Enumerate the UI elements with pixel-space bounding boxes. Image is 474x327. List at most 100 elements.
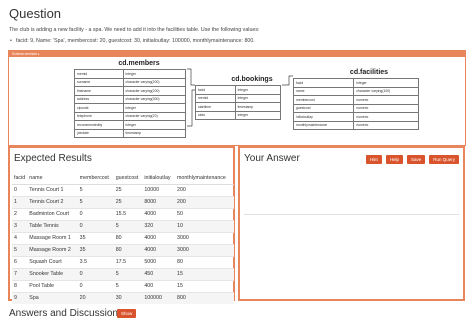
column-name: initialoutlay [292, 112, 355, 122]
table-cell: 10000 [142, 183, 175, 196]
table-cell: 25 [113, 183, 143, 196]
facilities-schema-row: guestcost numeric [292, 103, 419, 113]
column-name: surname [74, 77, 124, 87]
column-type: character varying(20) [122, 111, 187, 121]
schema-canvas: cd.members memid integer surname character … [9, 57, 465, 145]
run-query-button[interactable]: Run Query [429, 155, 459, 164]
column-name: facid [292, 78, 355, 88]
expected-results-table: facid name membercost guestcost initialoutla… [12, 172, 234, 304]
table-cell: Tennis Court 1 [27, 183, 78, 196]
table-cell: 0 [77, 207, 114, 220]
column-type: numeric [353, 95, 419, 105]
column-name: facid [195, 85, 236, 95]
members-schema-row: address character varying(300) [74, 94, 187, 104]
members-schema-row: zipcode integer [74, 103, 187, 113]
table-cell: 4000 [142, 231, 175, 244]
members-schema-row: joindate timestamp [74, 128, 187, 138]
facilities-schema-row: membercost numeric [292, 95, 419, 105]
table-cell: 200 [175, 195, 234, 208]
table-cell: 4000 [142, 207, 175, 220]
column-name: memid [74, 69, 124, 79]
question-title: Question [9, 6, 62, 21]
table-cell: 200 [175, 183, 234, 196]
column-name: name [292, 86, 355, 96]
table-cell: 20 [77, 291, 114, 304]
question-text: The club is adding a new facility - a sp… [9, 27, 260, 33]
facilities-schema-row: monthlymaintenance numeric [292, 120, 419, 130]
table-cell: 80 [113, 243, 143, 256]
column-type: timestamp [122, 128, 187, 138]
answers-discussion-title: Answers and Discussion [9, 308, 118, 319]
table-cell: 3 [12, 219, 28, 232]
bookings-table: facid integer memid integer starttime timesta… [195, 85, 282, 120]
table-cell: Snooker Table [27, 267, 78, 280]
help-button[interactable]: Help [385, 155, 403, 164]
table-row: 0 Tennis Court 1 5 25 10000 200 [12, 183, 234, 196]
table-cell: 800 [175, 291, 234, 304]
table-cell: 8000 [142, 195, 175, 208]
table-cell: 5 [113, 279, 143, 292]
column-type: integer [122, 120, 187, 130]
column-name: guestcost [292, 103, 355, 113]
table-cell: 25 [113, 195, 143, 208]
save-button[interactable]: Save [406, 155, 426, 164]
bookings-schema-row: slots integer [195, 110, 282, 120]
results-column-header: guestcost [113, 172, 143, 185]
results-column-header: monthlymaintenance [175, 172, 234, 185]
expected-results-panel: Expected Results facid name membercost gues… [8, 146, 235, 304]
table-row: 4 Massage Room 1 35 80 4000 3000 [12, 231, 234, 244]
members-schema-row: surname character varying(200) [74, 77, 187, 87]
column-name: telephone [74, 111, 124, 121]
question-values: facid: 9, Name: 'Spa', membercost: 20, g… [10, 38, 255, 44]
table-row: 5 Massage Room 2 35 80 4000 3000 [12, 243, 234, 256]
members-table: memid integer surname character varying(200… [74, 69, 187, 138]
table-cell: 80 [113, 231, 143, 244]
bookings-schema-row: memid integer [195, 93, 282, 103]
bookings-schema-row: starttime timestamp [195, 102, 282, 112]
members-schema-row: memid integer [74, 69, 187, 79]
table-cell: 5000 [142, 255, 175, 268]
table-cell: 17.5 [113, 255, 143, 268]
table-cell: 30 [113, 291, 143, 304]
column-type: character varying(200) [122, 86, 187, 96]
column-name: slots [195, 110, 236, 120]
column-type: numeric [353, 120, 419, 130]
column-type: numeric [353, 112, 419, 122]
facilities-schema-row: name character varying(100) [292, 86, 419, 96]
results-column-header: facid [12, 172, 28, 185]
table-cell: 320 [142, 219, 175, 232]
column-type: character varying(100) [353, 86, 419, 96]
show-button[interactable]: Show [117, 309, 137, 318]
table-cell: 50 [175, 207, 234, 220]
column-type: character varying(300) [122, 94, 187, 104]
table-cell: 3000 [175, 231, 234, 244]
table-cell: 35 [77, 243, 114, 256]
table-cell: Badminton Court [27, 207, 78, 220]
column-type: integer [234, 110, 282, 120]
results-column-header: membercost [77, 172, 114, 185]
table-row: 2 Badminton Court 0 15.5 4000 50 [12, 207, 234, 220]
table-row: 3 Table Tennis 0 5 320 10 [12, 219, 234, 232]
table-cell: 0 [77, 267, 114, 280]
table-cell: 100000 [142, 291, 175, 304]
table-cell: 0 [77, 219, 114, 232]
results-column-header: name [27, 172, 78, 185]
table-cell: 7 [12, 267, 28, 280]
table-row: 9 Spa 20 30 100000 800 [12, 291, 234, 304]
table-cell: Spa [27, 291, 78, 304]
schema-diagram-panel: Schema reminder ▸ cd.members memid intege… [8, 50, 466, 146]
column-name: address [74, 94, 124, 104]
facilities-table: facid integer name character varying(100) me… [292, 78, 419, 130]
table-cell: 9 [12, 291, 28, 304]
column-name: starttime [195, 102, 236, 112]
column-type: character varying(200) [122, 77, 187, 87]
table-cell: 6 [12, 255, 28, 268]
column-type: integer [122, 69, 187, 79]
query-editor[interactable] [244, 172, 459, 215]
table-cell: 35 [77, 231, 114, 244]
facilities-schema-row: initialoutlay numeric [292, 112, 419, 122]
table-cell: 8 [12, 279, 28, 292]
hint-button[interactable]: Hint [365, 155, 382, 164]
column-name: firstname [74, 86, 124, 96]
column-name: memid [195, 93, 236, 103]
